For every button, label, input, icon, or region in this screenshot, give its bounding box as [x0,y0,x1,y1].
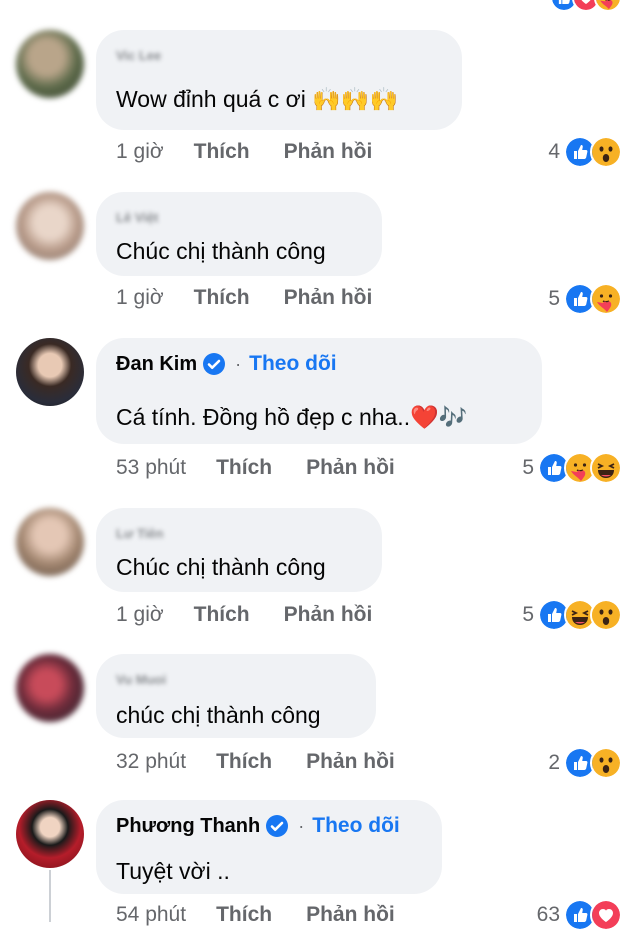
separator-dot: · [298,815,305,836]
comment-time[interactable]: 1 giờ [116,286,164,310]
like-button[interactable]: Thích [194,603,250,627]
comment-time[interactable]: 54 phút [116,903,186,927]
care-icon [590,283,622,315]
avatar[interactable] [16,30,84,98]
commenter-name[interactable]: Đan Kim · Theo dõi [116,352,337,376]
reply-button[interactable]: Phản hồi [284,603,373,627]
comment-actions: 1 giờ Thích Phản hồi [116,603,372,627]
like-button[interactable]: Thích [216,750,272,774]
verified-badge-icon [266,815,289,837]
follow-link[interactable]: Theo dõi [312,814,400,838]
reply-button[interactable]: Phản hồi [306,903,395,927]
comment-time[interactable]: 1 giờ [116,140,164,164]
avatar[interactable] [16,192,84,260]
reaction-summary[interactable]: 5 [522,452,622,484]
reaction-summary[interactable]: 4 [548,136,622,168]
partial-reactions-top [550,0,622,12]
comment-bubble: Vic Lee Wow đỉnh quá c ơi 🙌🙌🙌 [96,30,462,130]
comment-actions: 54 phút Thích Phản hồi [116,903,395,927]
reply-button[interactable]: Phản hồi [284,140,373,164]
comment-actions: 32 phút Thích Phản hồi [116,750,395,774]
haha-icon [590,452,622,484]
commenter-name[interactable]: Phương Thanh · Theo dõi [116,814,400,838]
comment-bubble: Lư Tiên Chúc chị thành công [96,508,382,592]
like-button[interactable]: Thích [194,286,250,310]
comment-actions: 1 giờ Thích Phản hồi [116,140,372,164]
love-icon [590,899,622,931]
comment-actions: 53 phút Thích Phản hồi [116,456,395,480]
reply-button[interactable]: Phản hồi [284,286,373,310]
commenter-name[interactable]: Lư Tiên [116,526,163,541]
reaction-summary[interactable]: 5 [548,283,622,315]
wow-icon [590,747,622,779]
like-button[interactable]: Thích [194,140,250,164]
comment-text: Chúc chị thành công [116,238,326,264]
wow-icon [590,599,622,631]
commenter-name-text: Phương Thanh [116,814,261,837]
follow-link[interactable]: Theo dõi [249,352,337,376]
like-button[interactable]: Thích [216,903,272,927]
reply-button[interactable]: Phản hồi [306,750,395,774]
reaction-summary[interactable]: 2 [548,747,622,779]
verified-badge-icon [203,353,226,375]
comment-bubble: Phương Thanh · Theo dõi Tuyệt vời .. [96,800,442,894]
comment-bubble: Vu Muoi chúc chị thành công [96,654,376,738]
commenter-name[interactable]: Vu Muoi [116,672,166,687]
reaction-summary[interactable]: 63 [537,899,622,931]
commenter-name[interactable]: Lê Việt [116,210,158,225]
avatar[interactable] [16,508,84,576]
reaction-count: 5 [522,603,534,626]
reply-thread-line [49,870,51,922]
avatar[interactable] [16,800,84,868]
reaction-count: 63 [536,903,560,926]
comment-text: Tuyệt vời .. [116,858,230,884]
comment-time[interactable]: 32 phút [116,750,186,774]
reaction-count: 5 [522,456,534,479]
commenter-name[interactable]: Vic Lee [116,48,161,63]
comment-text: Cá tính. Đồng hồ đẹp c nha..❤️🎶 [116,404,468,430]
comment-bubble: Đan Kim · Theo dõi Cá tính. Đồng hồ đẹp … [96,338,542,444]
avatar[interactable] [16,654,84,722]
reaction-summary[interactable]: 5 [522,599,622,631]
reaction-count: 5 [548,287,560,310]
like-button[interactable]: Thích [216,456,272,480]
separator-dot: · [235,353,242,374]
comment-time[interactable]: 53 phút [116,456,186,480]
comment-text: Chúc chị thành công [116,554,326,580]
reply-button[interactable]: Phản hồi [306,456,395,480]
comment-actions: 1 giờ Thích Phản hồi [116,286,372,310]
avatar[interactable] [16,338,84,406]
comment-text: chúc chị thành công [116,702,321,728]
reaction-count: 4 [548,140,560,163]
commenter-name-text: Đan Kim [116,352,198,375]
wow-icon [590,136,622,168]
comment-text: Wow đỉnh quá c ơi 🙌🙌🙌 [116,86,399,112]
comment-time[interactable]: 1 giờ [116,603,164,627]
care-icon [594,0,622,12]
comment-bubble: Lê Việt Chúc chị thành công [96,192,382,276]
reaction-count: 2 [548,751,560,774]
